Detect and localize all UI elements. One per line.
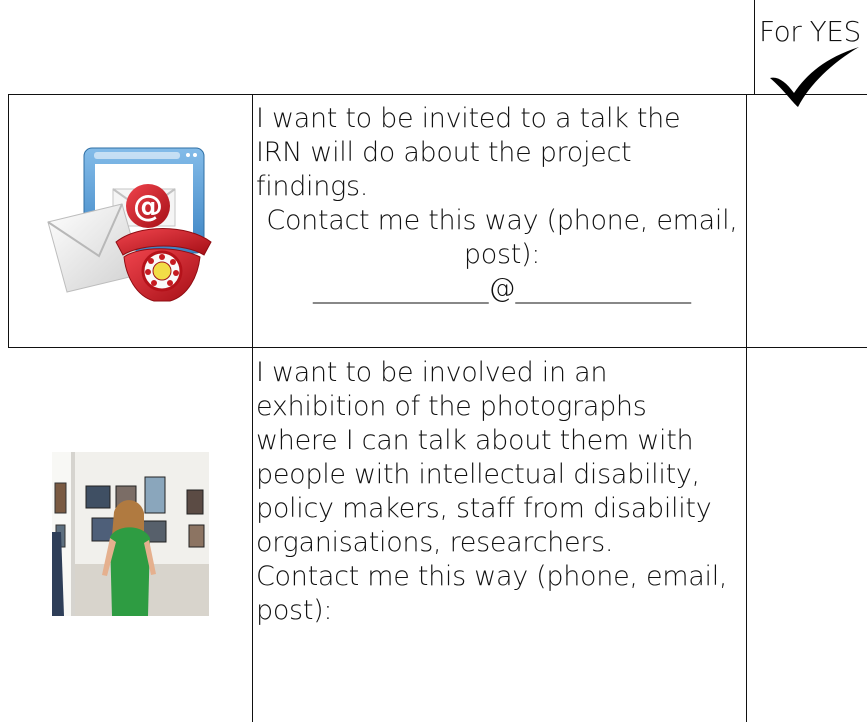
text-line: IRN will do about the project bbox=[256, 137, 632, 168]
exhibition-involvement-text: I want to be involved in an exhibition o… bbox=[256, 356, 748, 628]
text-line: I want to be invited to a talk the bbox=[256, 103, 681, 134]
yes-cell-row-1[interactable] bbox=[747, 95, 867, 347]
table-top-border bbox=[8, 94, 867, 95]
yes-cell-row-2[interactable] bbox=[747, 348, 867, 722]
column-divider-image-text bbox=[252, 94, 253, 722]
text-line: where I can talk about them with bbox=[256, 425, 694, 456]
contact-prompt: Contact me this way (phone, email, bbox=[256, 561, 728, 592]
text-line: I want to be involved in an bbox=[256, 357, 608, 388]
text-line: findings. bbox=[256, 171, 369, 202]
contact-email-blank[interactable]: _____________@_____________ bbox=[256, 272, 748, 306]
exhibition-photo-illustration bbox=[52, 452, 209, 616]
contact-prompt: Contact me this way (phone, email, bbox=[266, 205, 738, 236]
text-line: policy makers, staff from disability bbox=[256, 493, 712, 524]
text-line: organisations, researchers. bbox=[256, 527, 614, 558]
table-left-border bbox=[8, 94, 9, 348]
svg-text:@: @ bbox=[133, 189, 163, 224]
contact-prompt-continued: post): bbox=[463, 239, 541, 270]
email-phone-icon: @ bbox=[47, 147, 212, 302]
talk-invitation-text: I want to be invited to a talk the IRN w… bbox=[256, 102, 748, 306]
yes-column-top-border-left bbox=[754, 0, 755, 95]
text-line: exhibition of the photographs bbox=[256, 391, 647, 422]
row-divider bbox=[8, 347, 867, 348]
exhibition-photo bbox=[52, 452, 209, 616]
contact-prompt-continued: post): bbox=[256, 595, 333, 626]
text-line: people with intellectual disability, bbox=[256, 459, 700, 490]
